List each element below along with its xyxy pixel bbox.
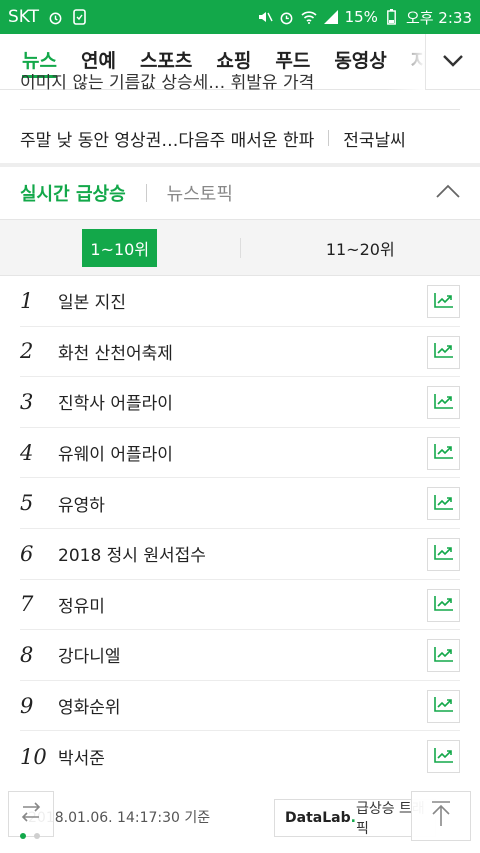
mute-icon bbox=[257, 9, 273, 25]
rank-item[interactable]: 1 일본 지진 bbox=[20, 276, 460, 327]
carrier-label: SKT bbox=[8, 7, 40, 27]
headline-link[interactable]: 주말 낮 동안 영상권…다음주 매서운 한파 bbox=[20, 126, 314, 151]
battery-icon bbox=[384, 9, 400, 25]
trend-chart-button[interactable] bbox=[427, 487, 460, 521]
datalab-brand: DataLab bbox=[285, 810, 351, 826]
tab-realtime-rising[interactable]: 실시간 급상승 bbox=[20, 180, 126, 206]
rank-number: 8 bbox=[20, 642, 34, 667]
trend-chart-button[interactable] bbox=[427, 335, 460, 369]
page-indicator bbox=[20, 833, 40, 839]
rank-keyword[interactable]: 유영하 bbox=[58, 491, 105, 516]
rank-keyword[interactable]: 박서준 bbox=[58, 744, 105, 769]
range-tabs: 1~10위 11~20위 bbox=[0, 220, 480, 276]
rank-keyword[interactable]: 강다니엘 bbox=[58, 642, 121, 667]
rank-item[interactable]: 4 유웨이 어플라이 bbox=[20, 428, 460, 479]
footer: 2018.01.06. 14:17:30 기준 DataLab. 급상승 트래픽 bbox=[0, 783, 480, 853]
wifi-icon bbox=[301, 9, 317, 25]
trend-chart-button[interactable] bbox=[427, 386, 460, 420]
trend-chart-icon bbox=[433, 595, 454, 615]
rank-number: 7 bbox=[20, 592, 34, 617]
trend-chart-icon bbox=[433, 696, 454, 716]
rank-keyword[interactable]: 유웨이 어플라이 bbox=[58, 440, 173, 465]
rank-keyword[interactable]: 화천 산천어축제 bbox=[58, 339, 173, 364]
page-dot bbox=[20, 833, 26, 839]
range-tab-label: 11~20위 bbox=[325, 239, 395, 259]
partial-headline-text: 이미지 않는 기름값 상승세… 휘발유 가격 bbox=[20, 74, 315, 93]
headline-row: 주말 낮 동안 영상권…다음주 매서운 한파 전국날씨 bbox=[20, 118, 460, 158]
rank-number: 2 bbox=[20, 339, 34, 364]
rank-number: 10 bbox=[20, 744, 47, 769]
timestamp: 2018.01.06. 14:17:30 기준 bbox=[28, 810, 211, 826]
rank-item[interactable]: 6 2018 정시 원서접수 bbox=[20, 529, 460, 580]
trend-chart-icon bbox=[433, 393, 454, 413]
rank-item[interactable]: 10 박서준 bbox=[20, 731, 460, 782]
trend-chart-icon bbox=[433, 747, 454, 767]
rank-item[interactable]: 7 정유미 bbox=[20, 580, 460, 631]
rank-keyword[interactable]: 정유미 bbox=[58, 592, 105, 617]
trend-chart-icon bbox=[433, 443, 454, 463]
rank-keyword[interactable]: 일본 지진 bbox=[58, 288, 126, 313]
trend-chart-icon bbox=[433, 292, 454, 312]
arrow-up-icon bbox=[430, 800, 452, 832]
trend-chart-button[interactable] bbox=[427, 588, 460, 622]
rank-section-header: 실시간 급상승 뉴스토픽 bbox=[0, 167, 480, 220]
divider bbox=[328, 130, 330, 146]
range-tab-label: 1~10위 bbox=[82, 228, 158, 267]
chevron-down-icon bbox=[442, 53, 464, 72]
divider bbox=[145, 184, 147, 202]
notification-icon bbox=[71, 9, 87, 25]
collapse-button[interactable] bbox=[432, 179, 464, 207]
rank-item[interactable]: 3 진학사 어플라이 bbox=[20, 377, 460, 428]
rank-number: 9 bbox=[20, 693, 34, 718]
trend-chart-button[interactable] bbox=[427, 537, 460, 571]
trend-chart-button[interactable] bbox=[427, 436, 460, 470]
alarm-icon bbox=[47, 9, 63, 25]
chevron-up-icon bbox=[435, 184, 461, 203]
back-button[interactable] bbox=[8, 791, 54, 837]
range-tab-1-10[interactable]: 1~10위 bbox=[0, 220, 240, 276]
alarm-clock-icon bbox=[279, 9, 295, 25]
trend-chart-button[interactable] bbox=[427, 740, 460, 774]
range-tab-11-20[interactable]: 11~20위 bbox=[241, 220, 480, 276]
trend-chart-icon bbox=[433, 544, 454, 564]
page-dot bbox=[34, 833, 40, 839]
rank-number: 1 bbox=[20, 288, 34, 313]
rank-list: 1 일본 지진 2 화천 산천어축제 3 진학사 어플라이 4 유웨이 어플라이 5 유영하 6 20… bbox=[20, 276, 460, 782]
rank-number: 3 bbox=[20, 389, 34, 414]
rank-keyword[interactable]: 2018 정시 원서접수 bbox=[58, 541, 206, 566]
rank-keyword[interactable]: 진학사 어플라이 bbox=[58, 389, 173, 414]
trend-chart-button[interactable] bbox=[427, 639, 460, 673]
trend-chart-button[interactable] bbox=[427, 285, 460, 318]
status-bar: SKT 15% 오후 2:33 bbox=[0, 0, 480, 34]
partial-headline[interactable]: 이미지 않는 기름값 상승세… 휘발유 가격 bbox=[20, 74, 460, 110]
battery-percent: 15% bbox=[344, 8, 378, 26]
clock-time: 오후 2:33 bbox=[405, 8, 472, 27]
rank-item[interactable]: 5 유영하 bbox=[20, 478, 460, 529]
trend-chart-icon bbox=[433, 646, 454, 666]
scroll-top-button[interactable] bbox=[411, 791, 471, 841]
rank-item[interactable]: 2 화천 산천어축제 bbox=[20, 327, 460, 378]
rank-keyword[interactable]: 영화순위 bbox=[58, 693, 121, 718]
trend-chart-icon bbox=[433, 342, 454, 362]
weather-link[interactable]: 전국날씨 bbox=[343, 126, 406, 151]
rank-number: 4 bbox=[20, 440, 34, 465]
trend-chart-button[interactable] bbox=[427, 689, 460, 723]
signal-icon bbox=[323, 9, 339, 25]
back-arrow-icon bbox=[18, 801, 44, 827]
rank-number: 5 bbox=[20, 491, 34, 516]
rank-item[interactable]: 8 강다니엘 bbox=[20, 630, 460, 681]
rank-number: 6 bbox=[20, 541, 34, 566]
rank-item[interactable]: 9 영화순위 bbox=[20, 681, 460, 732]
trend-chart-icon bbox=[433, 494, 454, 514]
tab-news-topic[interactable]: 뉴스토픽 bbox=[167, 180, 233, 206]
